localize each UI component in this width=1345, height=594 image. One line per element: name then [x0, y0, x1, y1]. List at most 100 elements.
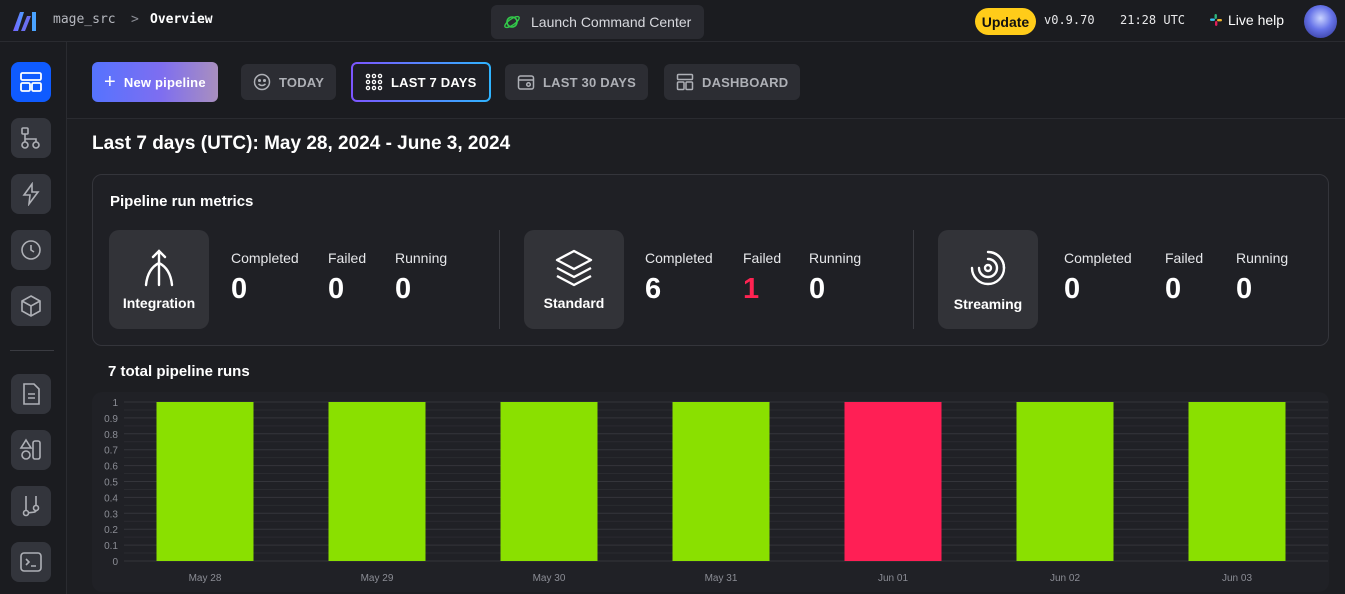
sidebar-item-pipelines[interactable] — [11, 118, 51, 158]
dashboard-icon — [676, 73, 694, 91]
chart-bar[interactable] — [844, 402, 942, 561]
live-help-label: Live help — [1228, 12, 1285, 28]
chart-bar[interactable] — [500, 402, 598, 561]
y-tick-label: 0.9 — [104, 414, 118, 425]
sidebar-item-templates[interactable] — [11, 430, 51, 470]
standard-failed-label: Failed — [743, 250, 782, 266]
integration-running-label: Running — [395, 250, 448, 266]
pipeline-run-metrics-card: Pipeline run metrics Integration Complet… — [92, 174, 1329, 346]
launch-command-center-button[interactable]: Launch Command Center — [491, 5, 704, 39]
top-bar: mage_src > Overview Launch Command Cente… — [0, 0, 1345, 42]
sidebar-divider — [10, 350, 54, 351]
plus-icon: + — [104, 71, 116, 93]
y-tick-label: 0 — [112, 557, 118, 568]
new-pipeline-button[interactable]: + New pipeline — [92, 62, 218, 102]
planet-icon — [504, 15, 520, 29]
page-title: Last 7 days (UTC): May 28, 2024 - June 3… — [92, 133, 511, 154]
streaming-box: Streaming — [938, 230, 1038, 329]
integration-icon — [144, 248, 174, 286]
integration-label: Integration — [122, 294, 196, 311]
standard-running-label: Running — [809, 250, 862, 266]
tab-today[interactable]: TODAY — [241, 64, 337, 100]
launch-command-center-label: Launch Command Center — [531, 14, 692, 30]
x-tick-label: May 31 — [705, 573, 738, 584]
streaming-label: Streaming — [953, 295, 1023, 312]
y-tick-label: 0.4 — [104, 493, 118, 504]
version-label: v0.9.70 — [1044, 13, 1095, 27]
new-pipeline-label: New pipeline — [123, 74, 206, 90]
lightning-icon — [22, 182, 40, 206]
sidebar-item-global-data-products[interactable] — [11, 286, 51, 326]
tab-last-30-days-label: LAST 30 DAYS — [543, 74, 636, 90]
chart-bar[interactable] — [328, 402, 426, 561]
streaming-icon — [970, 250, 1006, 285]
tab-last-7-days[interactable]: LAST 7 DAYS — [351, 62, 491, 102]
x-tick-label: May 30 — [533, 573, 566, 584]
standard-failed-value: 1 — [743, 273, 760, 305]
metrics-divider — [499, 230, 500, 329]
mage-logo-icon[interactable] — [12, 10, 38, 32]
tab-today-label: TODAY — [279, 74, 325, 90]
y-tick-label: 0.7 — [104, 446, 118, 457]
streaming-running-label: Running — [1236, 250, 1289, 266]
sidebar-item-pipeline-runs[interactable] — [11, 230, 51, 270]
tab-dashboard[interactable]: DASHBOARD — [664, 64, 801, 100]
y-tick-label: 1 — [112, 398, 118, 409]
standard-box: Standard — [524, 230, 624, 329]
tab-last-30-days[interactable]: LAST 30 DAYS — [505, 64, 648, 100]
streaming-completed-label: Completed — [1064, 250, 1132, 266]
y-tick-label: 0.2 — [104, 525, 118, 536]
update-button[interactable]: Update — [975, 8, 1036, 35]
integration-box: Integration — [109, 230, 209, 329]
y-tick-label: 0.3 — [104, 509, 118, 520]
breadcrumb-current-page: Overview — [150, 12, 213, 27]
breadcrumb-separator: > — [131, 12, 139, 27]
sidebar — [0, 42, 67, 594]
pipeline-runs-chart-svg: 0 0.1 0.2 0.3 0.4 0.5 0.6 0.7 0.8 0.9 1 May 28 May 2… — [104, 398, 1328, 584]
integration-completed-label: Completed — [231, 250, 299, 266]
streaming-running-value: 0 — [1236, 273, 1253, 305]
sidebar-item-overview[interactable] — [11, 62, 51, 102]
y-tick-label: 0.5 — [104, 478, 118, 489]
metrics-divider — [913, 230, 914, 329]
terminal-icon — [20, 552, 42, 572]
standard-completed-value: 6 — [645, 273, 662, 305]
x-tick-label: May 29 — [361, 573, 394, 584]
git-branch-icon — [22, 496, 40, 517]
chart-bar[interactable] — [672, 402, 770, 561]
pipeline-runs-chart: 0 0.1 0.2 0.3 0.4 0.5 0.6 0.7 0.8 0.9 1 May 28 May 2… — [92, 392, 1329, 592]
calendar-dots-icon — [365, 73, 383, 91]
tab-last-7-days-label: LAST 7 DAYS — [391, 74, 477, 90]
y-tick-label: 0.1 — [104, 541, 118, 552]
integration-failed-label: Failed — [328, 250, 367, 266]
metrics-title: Pipeline run metrics — [110, 193, 254, 210]
overview-icon — [20, 72, 42, 92]
stack-icon — [555, 249, 593, 286]
y-tick-label: 0.8 — [104, 430, 118, 441]
standard-running-value: 0 — [809, 273, 826, 305]
sidebar-item-terminal[interactable] — [11, 542, 51, 582]
chart-bar[interactable] — [156, 402, 254, 561]
streaming-failed-label: Failed — [1165, 250, 1204, 266]
streaming-failed-value: 0 — [1165, 273, 1182, 305]
file-icon — [23, 383, 40, 405]
integration-running-value: 0 — [395, 273, 412, 305]
integration-failed-value: 0 — [328, 273, 345, 305]
total-runs-title: 7 total pipeline runs — [108, 363, 250, 380]
x-tick-label: Jun 03 — [1222, 573, 1252, 584]
sidebar-item-files[interactable] — [11, 374, 51, 414]
user-avatar[interactable] — [1304, 5, 1337, 38]
slack-icon — [1210, 14, 1222, 26]
chart-bar[interactable] — [1188, 402, 1286, 561]
tab-dashboard-label: DASHBOARD — [702, 74, 789, 90]
chart-bar[interactable] — [1016, 402, 1114, 561]
breadcrumb-project[interactable]: mage_src — [53, 12, 116, 27]
sidebar-item-version-control[interactable] — [11, 486, 51, 526]
live-help-link[interactable]: Live help — [1210, 12, 1284, 28]
streaming-completed-value: 0 — [1064, 273, 1081, 305]
x-tick-label: Jun 01 — [878, 573, 908, 584]
standard-label: Standard — [543, 294, 605, 311]
standard-completed-label: Completed — [645, 250, 713, 266]
sidebar-item-triggers[interactable] — [11, 174, 51, 214]
tab-bar: + New pipeline TODAY LAST 7 DAYS LAST 30… — [67, 42, 1345, 119]
